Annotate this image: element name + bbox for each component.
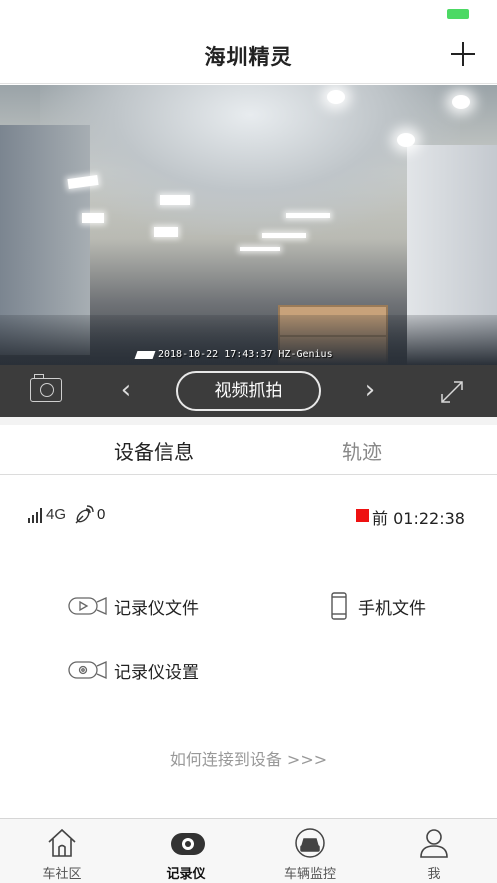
- recording-time: 前 01:22:38: [372, 509, 465, 528]
- phone-icon: [330, 592, 348, 624]
- video-scene-light: [154, 227, 178, 237]
- video-control-bar: ‹ 视频抓拍 ›: [0, 365, 497, 417]
- video-watermark-logo: [134, 351, 156, 359]
- video-scene-light: [397, 133, 415, 147]
- satellite-count: 0: [97, 506, 106, 523]
- how-to-connect-link[interactable]: 如何连接到设备 >>>: [0, 746, 497, 770]
- tab-label: 车社区: [42, 867, 82, 882]
- recorder-files-button[interactable]: 记录仪文件: [68, 592, 218, 622]
- recorder-settings-button[interactable]: 记录仪设置: [68, 656, 218, 686]
- video-scene-light: [262, 233, 306, 238]
- phone-files-button[interactable]: 手机文件: [330, 592, 440, 622]
- recording-indicator-icon: [356, 509, 369, 522]
- video-preview[interactable]: 2018-10-22 17:43:37 HZ-Genius: [0, 85, 497, 365]
- video-scene-light: [286, 213, 330, 218]
- user-icon: [418, 827, 450, 859]
- camera-icon[interactable]: [30, 374, 62, 402]
- recorder-files-label: 记录仪文件: [114, 599, 199, 619]
- network-type: 4G: [46, 506, 67, 523]
- car-monitor-icon: [294, 827, 326, 859]
- settings-camera-icon: [68, 659, 108, 685]
- battery-icon: [447, 9, 469, 19]
- video-scene-light: [82, 213, 104, 223]
- tab-label: 我: [427, 867, 441, 882]
- info-tabs: 设备信息 轨迹: [0, 425, 497, 475]
- video-scene-light: [240, 247, 280, 251]
- dashcam-icon: [170, 827, 205, 859]
- signal-strength-icon: [28, 507, 44, 523]
- recorder-settings-label: 记录仪设置: [114, 663, 199, 683]
- video-camera-icon: [68, 595, 108, 621]
- tab-me[interactable]: 我: [372, 819, 496, 883]
- video-capture-button[interactable]: 视频抓拍: [176, 371, 321, 411]
- fullscreen-icon[interactable]: [439, 379, 465, 405]
- tab-label: 记录仪: [166, 867, 206, 882]
- tab-track[interactable]: 轨迹: [282, 436, 442, 465]
- tab-device-info[interactable]: 设备信息: [74, 436, 234, 465]
- section-divider: [0, 417, 497, 425]
- tab-vehicle-monitor[interactable]: 车辆监控: [248, 819, 372, 883]
- satellite-icon: [73, 504, 95, 526]
- prev-arrow-icon[interactable]: ‹: [116, 377, 136, 403]
- bottom-tab-bar: 车社区 记录仪 车辆监控 我: [0, 818, 497, 883]
- add-device-button[interactable]: [449, 40, 477, 68]
- tab-car-community[interactable]: 车社区: [0, 819, 124, 883]
- video-scene-light: [327, 90, 345, 104]
- status-bar: [0, 0, 497, 28]
- next-arrow-icon[interactable]: ›: [360, 377, 380, 403]
- tab-recorder[interactable]: 记录仪: [124, 819, 248, 883]
- nav-bar: 海圳精灵: [0, 28, 497, 84]
- video-timestamp: 2018-10-22 17:43:37 HZ-Genius: [158, 349, 333, 360]
- phone-files-label: 手机文件: [358, 599, 426, 619]
- home-icon: [46, 827, 78, 859]
- tab-label: 车辆监控: [283, 867, 336, 882]
- device-status-row: 4G 0 前 01:22:38: [0, 500, 497, 532]
- video-scene-light: [452, 95, 470, 109]
- page-title: 海圳精灵: [204, 45, 293, 69]
- video-scene-light: [160, 195, 190, 205]
